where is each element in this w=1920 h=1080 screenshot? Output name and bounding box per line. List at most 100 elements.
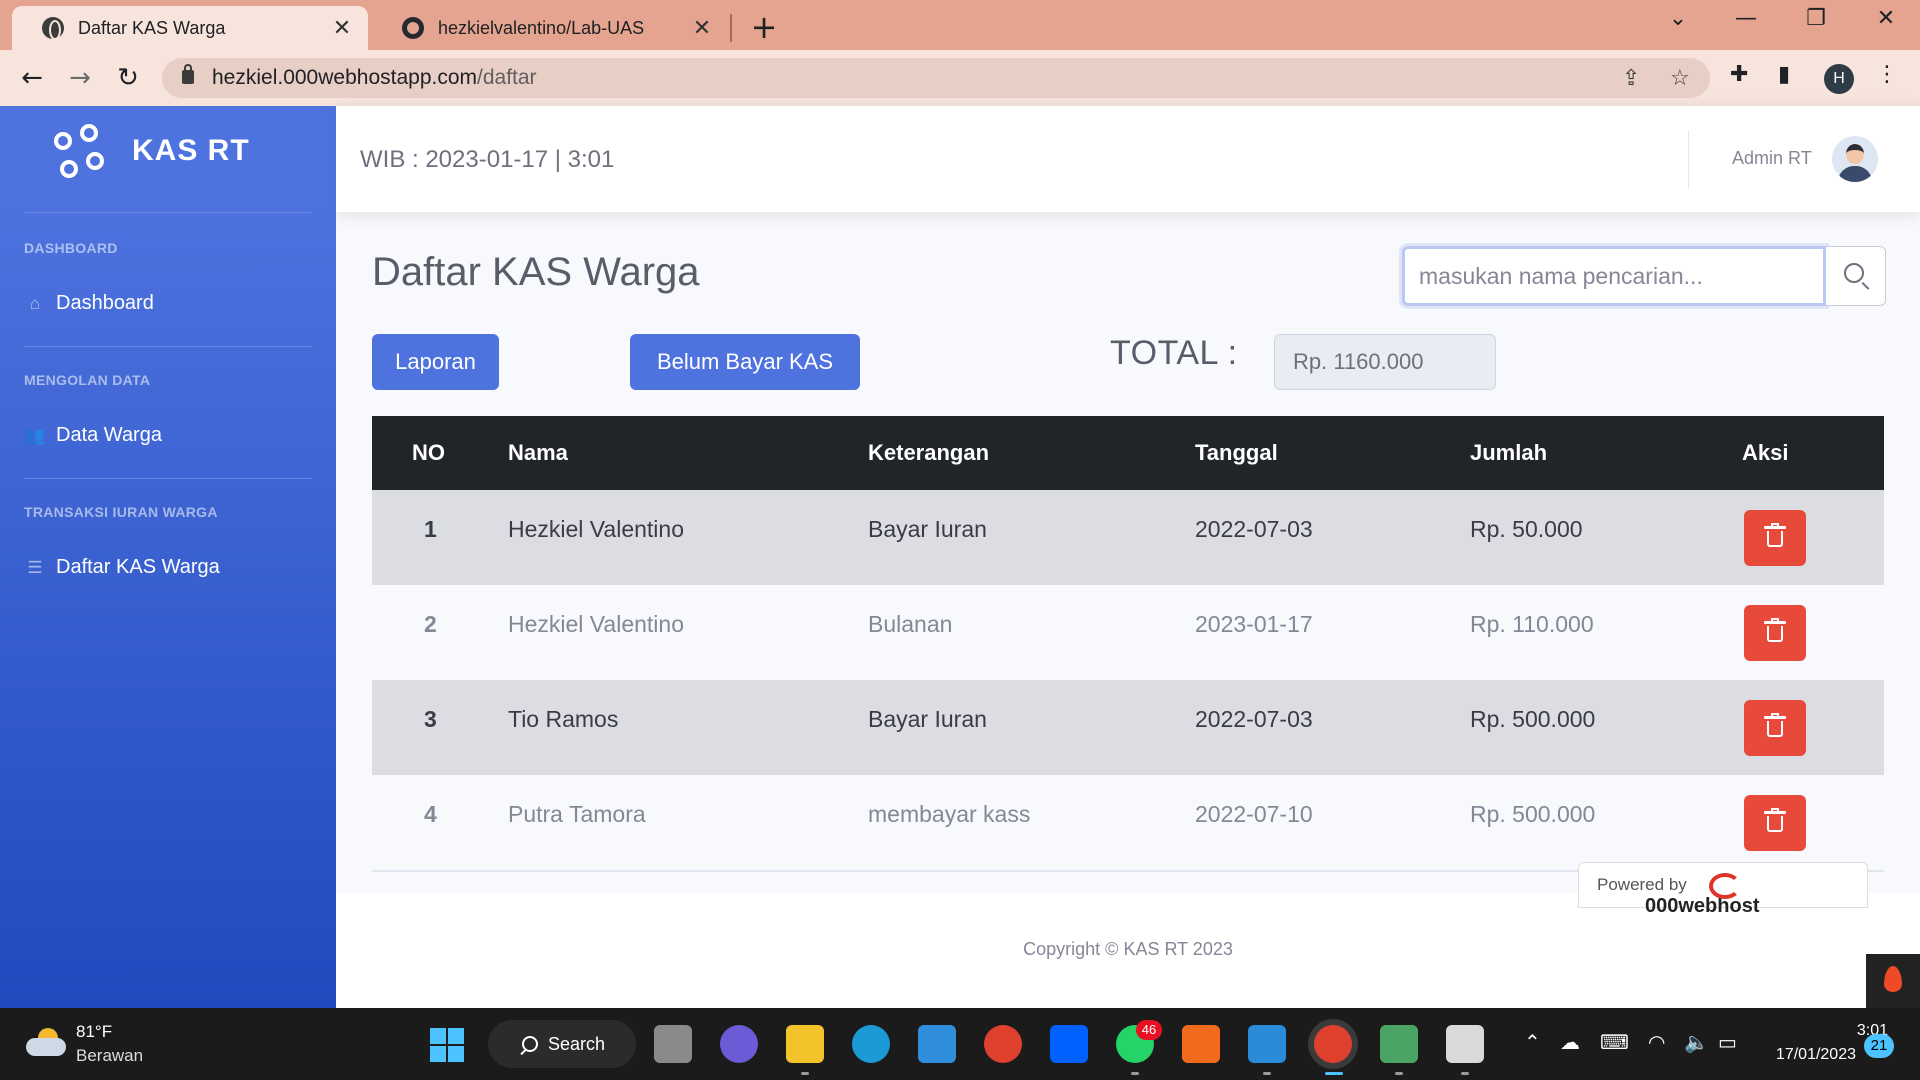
search-button[interactable] <box>1826 246 1886 306</box>
brand-logo-icon <box>54 124 110 186</box>
topbar-divider <box>1688 130 1689 188</box>
column-header-jumlah: Jumlah <box>1470 440 1548 465</box>
page-title: Daftar KAS Warga <box>372 250 700 294</box>
host-brand: 000webhost <box>1645 895 1760 917</box>
sidebar-item-daftar-kas[interactable]: ☰ Daftar KAS Warga <box>24 556 219 579</box>
share-icon[interactable]: ⇪ <box>1622 66 1640 91</box>
search-icon <box>1844 263 1864 283</box>
profile-avatar[interactable]: H <box>1824 64 1854 94</box>
xampp-icon[interactable] <box>1182 1025 1220 1063</box>
cell-jumlah: Rp. 50.000 <box>1470 516 1583 542</box>
onedrive-cloud-icon[interactable]: ☁ <box>1560 1030 1580 1055</box>
sidebar-divider <box>24 478 312 479</box>
close-tab-icon[interactable]: ✕ <box>690 16 714 41</box>
delete-button[interactable] <box>1744 510 1806 566</box>
cell-nama: Putra Tamora <box>508 801 646 827</box>
cell-tanggal: 2022-07-03 <box>1195 516 1313 542</box>
flame-icon[interactable] <box>1866 954 1920 1008</box>
delete-button[interactable] <box>1744 700 1806 756</box>
user-name[interactable]: Admin RT <box>1732 148 1812 169</box>
000webhost-logo-icon <box>1709 873 1741 899</box>
close-window-button[interactable]: ✕ <box>1866 6 1906 31</box>
user-avatar[interactable] <box>1832 136 1878 182</box>
address-bar[interactable]: hezkiel.000webhostapp.com/daftar ⇪ ☆ <box>162 58 1710 98</box>
weather-description[interactable]: Berawan <box>76 1046 143 1066</box>
cell-no: 1 <box>424 516 437 542</box>
wifi-icon[interactable]: ◠ <box>1648 1030 1665 1055</box>
forward-arrow-icon[interactable]: → <box>62 60 98 96</box>
cell-jumlah: Rp. 500.000 <box>1470 706 1596 732</box>
cell-no: 2 <box>424 611 437 637</box>
delete-button[interactable] <box>1744 605 1806 661</box>
cell-jumlah: Rp. 110.000 <box>1470 611 1594 637</box>
weather-cloud-sun-icon[interactable] <box>26 1028 66 1056</box>
task-view-icon[interactable] <box>654 1025 692 1063</box>
list-icon: ☰ <box>27 557 43 577</box>
teams-chat-icon[interactable] <box>720 1025 758 1063</box>
chrome-icon[interactable] <box>984 1025 1022 1063</box>
sidebar-heading-data: MENGOLAN DATA <box>24 372 151 388</box>
mail-icon[interactable] <box>918 1025 956 1063</box>
chrome-profile-icon[interactable] <box>1314 1025 1352 1063</box>
belum-bayar-button[interactable]: Belum Bayar KAS <box>630 334 860 390</box>
cell-keterangan: membayar kass <box>868 801 1031 827</box>
cell-nama: Tio Ramos <box>508 706 619 732</box>
sidebar-item-data-warga[interactable]: 👥 Data Warga <box>24 424 162 447</box>
cell-jumlah: Rp. 500.000 <box>1470 801 1596 827</box>
sidebar: KAS RT DASHBOARD ⌂ Dashboard MENGOLAN DA… <box>0 106 336 1008</box>
back-arrow-icon[interactable]: ← <box>14 60 50 96</box>
edge-icon[interactable] <box>852 1025 890 1063</box>
powered-by-label: Powered by <box>1597 875 1687 894</box>
laporan-button[interactable]: Laporan <box>372 334 499 390</box>
cell-tanggal: 2022-07-10 <box>1195 801 1313 827</box>
vscode-icon[interactable] <box>1248 1025 1286 1063</box>
column-header-keterangan: Keterangan <box>868 440 990 465</box>
cell-keterangan: Bulanan <box>868 611 953 637</box>
new-tab-button[interactable]: + <box>748 8 780 46</box>
side-panel-icon[interactable]: ▮ <box>1778 62 1790 87</box>
browser-tab[interactable]: hezkielvalentino/Lab-UAS ✕ <box>372 6 728 50</box>
taskbar-search[interactable]: Search <box>488 1020 636 1068</box>
extensions-puzzle-icon[interactable]: ✚ <box>1730 62 1748 87</box>
battery-icon[interactable]: ▭ <box>1718 1030 1737 1055</box>
sidebar-item-label: Data Warga <box>56 424 162 446</box>
column-header-nama: Nama <box>508 440 568 465</box>
windows-taskbar: 81°F Berawan Search 46 ⌃ ☁ ⌨ ◠ 🔈 ▭ 3:01 … <box>0 1008 1920 1080</box>
restore-button[interactable]: ❐ <box>1796 6 1836 31</box>
browser-tab-active[interactable]: Daftar KAS Warga ✕ <box>12 6 368 50</box>
taskbar-search-label: Search <box>548 1034 606 1054</box>
keyboard-icon[interactable]: ⌨ <box>1600 1030 1629 1055</box>
file-explorer-icon[interactable] <box>786 1025 824 1063</box>
table-header: NO Nama Keterangan Tanggal Jumlah Aksi <box>372 416 1884 490</box>
windows-start-icon[interactable] <box>430 1028 464 1062</box>
home-icon: ⌂ <box>29 293 41 313</box>
brand-link[interactable]: KAS RT <box>54 124 250 188</box>
weather-temperature[interactable]: 81°F <box>76 1022 112 1042</box>
table-row: 2 Hezkiel Valentino Bulanan 2023-01-17 R… <box>372 585 1884 680</box>
git-icon[interactable] <box>1380 1025 1418 1063</box>
star-icon[interactable]: ☆ <box>1670 66 1690 91</box>
search-form <box>1402 246 1886 306</box>
powered-by-badge[interactable]: Powered by 000webhost <box>1578 862 1868 917</box>
cell-tanggal: 2023-01-17 <box>1195 611 1313 637</box>
volume-icon[interactable]: 🔈 <box>1684 1030 1709 1055</box>
tab-search-chevron-icon[interactable]: ⌄ <box>1658 6 1698 31</box>
search-input[interactable] <box>1402 246 1826 306</box>
active-indicator <box>1325 1072 1343 1075</box>
url-text: hezkiel.000webhostapp.com/daftar <box>212 66 537 89</box>
dropbox-icon[interactable] <box>1050 1025 1088 1063</box>
delete-button[interactable] <box>1744 795 1806 851</box>
sidebar-item-dashboard[interactable]: ⌂ Dashboard <box>24 292 154 315</box>
notification-badge[interactable]: 21 <box>1864 1034 1894 1058</box>
taskbar-date[interactable]: 17/01/2023 <box>1766 1046 1856 1064</box>
menu-kebab-icon[interactable]: ⋮ <box>1876 62 1898 87</box>
snipping-tool-icon[interactable] <box>1446 1025 1484 1063</box>
column-header-no: NO <box>412 440 445 465</box>
chevron-up-icon[interactable]: ⌃ <box>1524 1030 1541 1055</box>
cell-keterangan: Bayar Iuran <box>868 516 987 542</box>
column-header-tanggal: Tanggal <box>1195 440 1278 465</box>
kas-table: NO Nama Keterangan Tanggal Jumlah Aksi 1… <box>372 416 1884 872</box>
reload-icon[interactable]: ↻ <box>110 60 146 96</box>
close-tab-icon[interactable]: ✕ <box>330 16 354 41</box>
minimize-button[interactable]: — <box>1726 6 1766 31</box>
